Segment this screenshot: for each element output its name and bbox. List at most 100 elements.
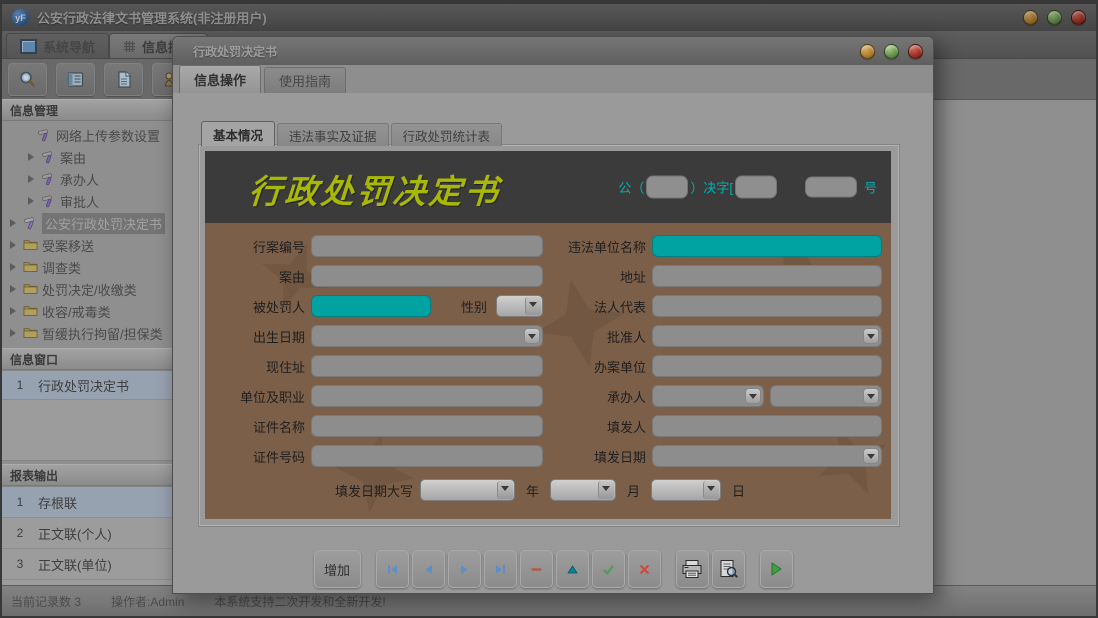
month-select[interactable]: [651, 479, 721, 501]
tree-item-penalty-decision[interactable]: 公安行政处罚决定书: [2, 212, 180, 234]
navigation-tree: 网络上传参数设置 案由 承办人 审批人 公安行政处罚决定书: [2, 121, 180, 348]
expand-arrow-icon[interactable]: [10, 241, 20, 249]
next-record-button[interactable]: [448, 550, 481, 588]
print-preview-button[interactable]: [712, 550, 745, 588]
dropdown-arrow-icon[interactable]: [863, 388, 879, 404]
cert-name-input[interactable]: [311, 415, 543, 437]
inner-tab-facts-evidence[interactable]: 违法事实及证据: [277, 123, 389, 146]
main-window: yF 公安行政法律文书管理系统(非注册用户) 系统导航 信息操作: [2, 4, 1096, 616]
issue-date-select[interactable]: [652, 445, 882, 467]
unit-name-input[interactable]: [652, 235, 882, 257]
docno-input-2[interactable]: [735, 176, 777, 199]
year-select[interactable]: [550, 479, 616, 501]
cert-number-label: 证件号码: [219, 447, 311, 466]
approver-select[interactable]: [652, 325, 882, 347]
cancel-record-button[interactable]: [628, 550, 661, 588]
dialog-content: 基本情况 违法事实及证据 行政处罚统计表 行政处罚决定书 公（: [173, 93, 933, 593]
birth-date-select[interactable]: [311, 325, 543, 347]
dialog-close-button[interactable]: [908, 44, 923, 59]
report-row-unit[interactable]: 3 正文联(单位): [2, 549, 180, 580]
tree-item-suspended-detention[interactable]: 暂缓执行拘留/担保类: [2, 322, 180, 344]
occupation-input[interactable]: [311, 385, 543, 407]
execute-button[interactable]: [760, 550, 793, 588]
penalty-decision-dialog: 行政处罚决定书 信息操作 使用指南 基本情况: [172, 36, 934, 594]
issue-date-label: 填发日期: [543, 447, 652, 466]
expand-arrow-icon[interactable]: [10, 307, 20, 315]
tree-item-investigation[interactable]: 调查类: [2, 256, 180, 278]
row-number: 2: [2, 526, 38, 540]
expand-arrow-icon[interactable]: [28, 197, 38, 205]
issue-date-cap-select[interactable]: [420, 479, 515, 501]
dropdown-arrow-icon[interactable]: [703, 481, 719, 499]
inner-tab-penalty-stats[interactable]: 行政处罚统计表: [391, 123, 503, 146]
tree-item-case-transfer[interactable]: 受案移送: [2, 234, 180, 256]
gender-select[interactable]: [496, 295, 543, 317]
info-window-row[interactable]: 1 行政处罚决定书: [2, 371, 180, 400]
maximize-button[interactable]: [1047, 10, 1062, 25]
tab-system-navigation[interactable]: 系统导航: [6, 33, 109, 58]
dropdown-arrow-icon[interactable]: [863, 328, 879, 344]
docno-input-3[interactable]: [805, 177, 857, 198]
undertaker-select-2[interactable]: [770, 385, 882, 407]
expand-arrow-icon[interactable]: [10, 285, 20, 293]
case-number-input[interactable]: [311, 235, 543, 257]
docno-input-1[interactable]: [646, 176, 688, 199]
current-address-input[interactable]: [311, 355, 543, 377]
expand-arrow-icon[interactable]: [28, 175, 38, 183]
edit-record-button[interactable]: [556, 550, 589, 588]
dialog-maximize-button[interactable]: [884, 44, 899, 59]
report-row-personal[interactable]: 2 正文联(个人): [2, 518, 180, 549]
tree-item-upload-params[interactable]: 网络上传参数设置: [2, 124, 180, 146]
dialog-tab-info-operation[interactable]: 信息操作: [179, 65, 261, 93]
report-row-stub[interactable]: 1 存根联: [2, 487, 180, 518]
first-record-button[interactable]: [376, 550, 409, 588]
legal-rep-input[interactable]: [652, 295, 882, 317]
dropdown-arrow-icon[interactable]: [745, 388, 761, 404]
tree-item-detention-rehab[interactable]: 收容/戒毒类: [2, 300, 180, 322]
records-button[interactable]: [56, 63, 95, 96]
case-unit-input[interactable]: [652, 355, 882, 377]
dropdown-arrow-icon[interactable]: [598, 481, 614, 499]
cert-number-input[interactable]: [311, 445, 543, 467]
dropdown-arrow-icon[interactable]: [863, 448, 879, 464]
expand-arrow-icon[interactable]: [10, 263, 20, 271]
address-input[interactable]: [652, 265, 882, 287]
dropdown-arrow-icon[interactable]: [524, 328, 540, 344]
tree-item-case-cause[interactable]: 案由: [2, 146, 180, 168]
delete-record-button[interactable]: [520, 550, 553, 588]
tree-item-approver[interactable]: 审批人: [2, 190, 180, 212]
delete-icon: [530, 563, 543, 576]
undertaker-select-1[interactable]: [652, 385, 764, 407]
dropdown-arrow-icon[interactable]: [497, 481, 513, 499]
tree-item-undertaker[interactable]: 承办人: [2, 168, 180, 190]
gender-label: 性别: [461, 297, 487, 316]
post-record-button[interactable]: [592, 550, 625, 588]
person-input[interactable]: [311, 295, 431, 317]
expand-arrow-icon[interactable]: [10, 219, 20, 227]
print-button[interactable]: [676, 550, 709, 588]
search-button[interactable]: [8, 63, 47, 96]
tree-item-penalty-collection[interactable]: 处罚决定/收缴类: [2, 278, 180, 300]
tool-icon: [41, 194, 56, 208]
document-button[interactable]: [104, 63, 143, 96]
issuer-input[interactable]: [652, 415, 882, 437]
cause-label: 案由: [219, 267, 311, 286]
tree-item-label: 受案移送: [42, 236, 94, 255]
dialog-tab-user-guide[interactable]: 使用指南: [264, 67, 346, 93]
print-preview-icon: [717, 559, 739, 579]
expand-arrow-icon[interactable]: [28, 153, 38, 161]
tool-icon: [41, 172, 56, 186]
cause-input[interactable]: [311, 265, 543, 287]
dialog-minimize-button[interactable]: [860, 44, 875, 59]
tree-item-label: 调查类: [42, 258, 81, 277]
close-button[interactable]: [1071, 10, 1086, 25]
minimize-button[interactable]: [1023, 10, 1038, 25]
expand-arrow-icon[interactable]: [10, 329, 20, 337]
last-record-button[interactable]: [484, 550, 517, 588]
add-button[interactable]: 增加: [314, 550, 361, 588]
inner-tab-basic-info[interactable]: 基本情况: [201, 121, 275, 146]
app-logo-icon: yF: [12, 9, 29, 26]
dropdown-arrow-icon[interactable]: [525, 297, 541, 315]
current-address-label: 现住址: [219, 357, 311, 376]
previous-record-button[interactable]: [412, 550, 445, 588]
